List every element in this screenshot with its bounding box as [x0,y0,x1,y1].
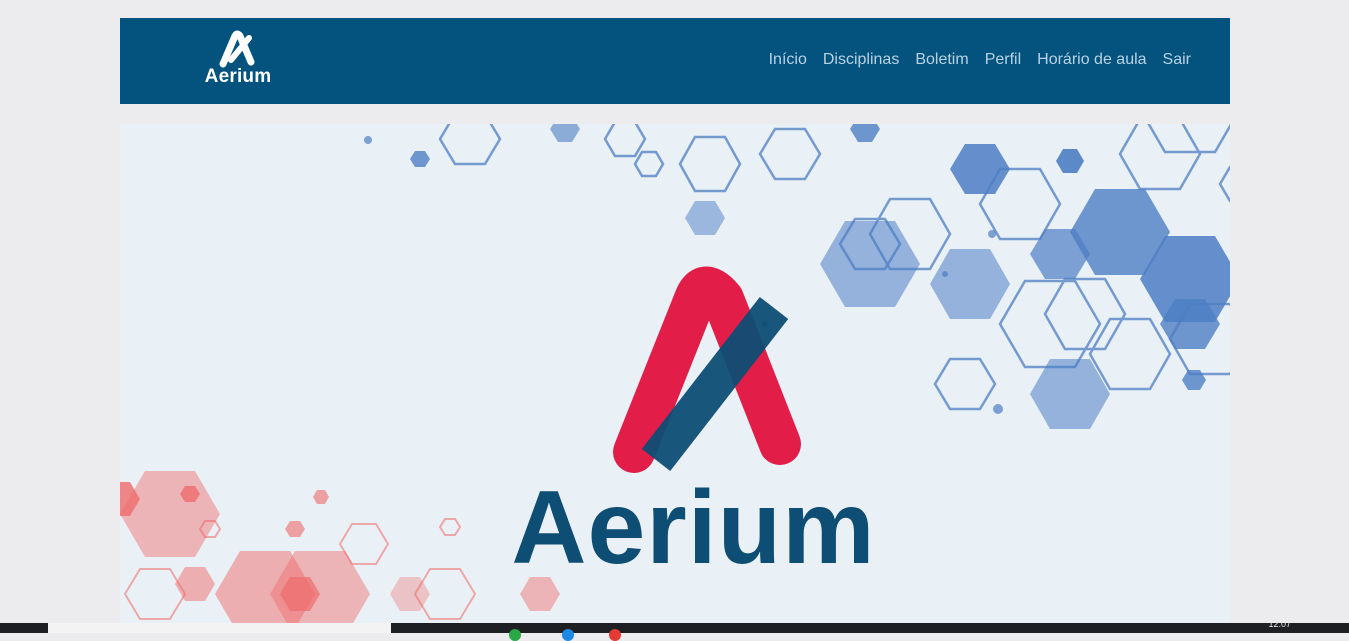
navbar: Aerium Início Disciplinas Boletim Perfil… [120,18,1230,104]
brand-logo[interactable]: Aerium [198,28,278,96]
taskbar-search-box[interactable] [48,623,391,633]
nav-link-boletim[interactable]: Boletim [915,51,968,69]
nav-link-perfil[interactable]: Perfil [985,51,1021,69]
taskbar-app-icon[interactable] [609,629,621,641]
taskbar: 12:07 [0,619,1349,641]
hero-banner: Aerium [120,124,1230,624]
brand-name: Aerium [204,66,272,87]
main-nav: Início Disciplinas Boletim Perfil Horári… [769,51,1191,69]
taskbar-clock[interactable]: 12:07 [1268,619,1291,629]
nav-link-horario[interactable]: Horário de aula [1037,51,1146,69]
nav-link-inicio[interactable]: Início [769,51,807,69]
taskbar-app-icon[interactable] [562,629,574,641]
banner-title: Aerium [511,470,876,586]
taskbar-app-icon[interactable] [509,629,521,641]
aerium-logo-icon [219,30,255,68]
nav-link-sair[interactable]: Sair [1163,51,1191,69]
nav-link-disciplinas[interactable]: Disciplinas [823,51,899,69]
